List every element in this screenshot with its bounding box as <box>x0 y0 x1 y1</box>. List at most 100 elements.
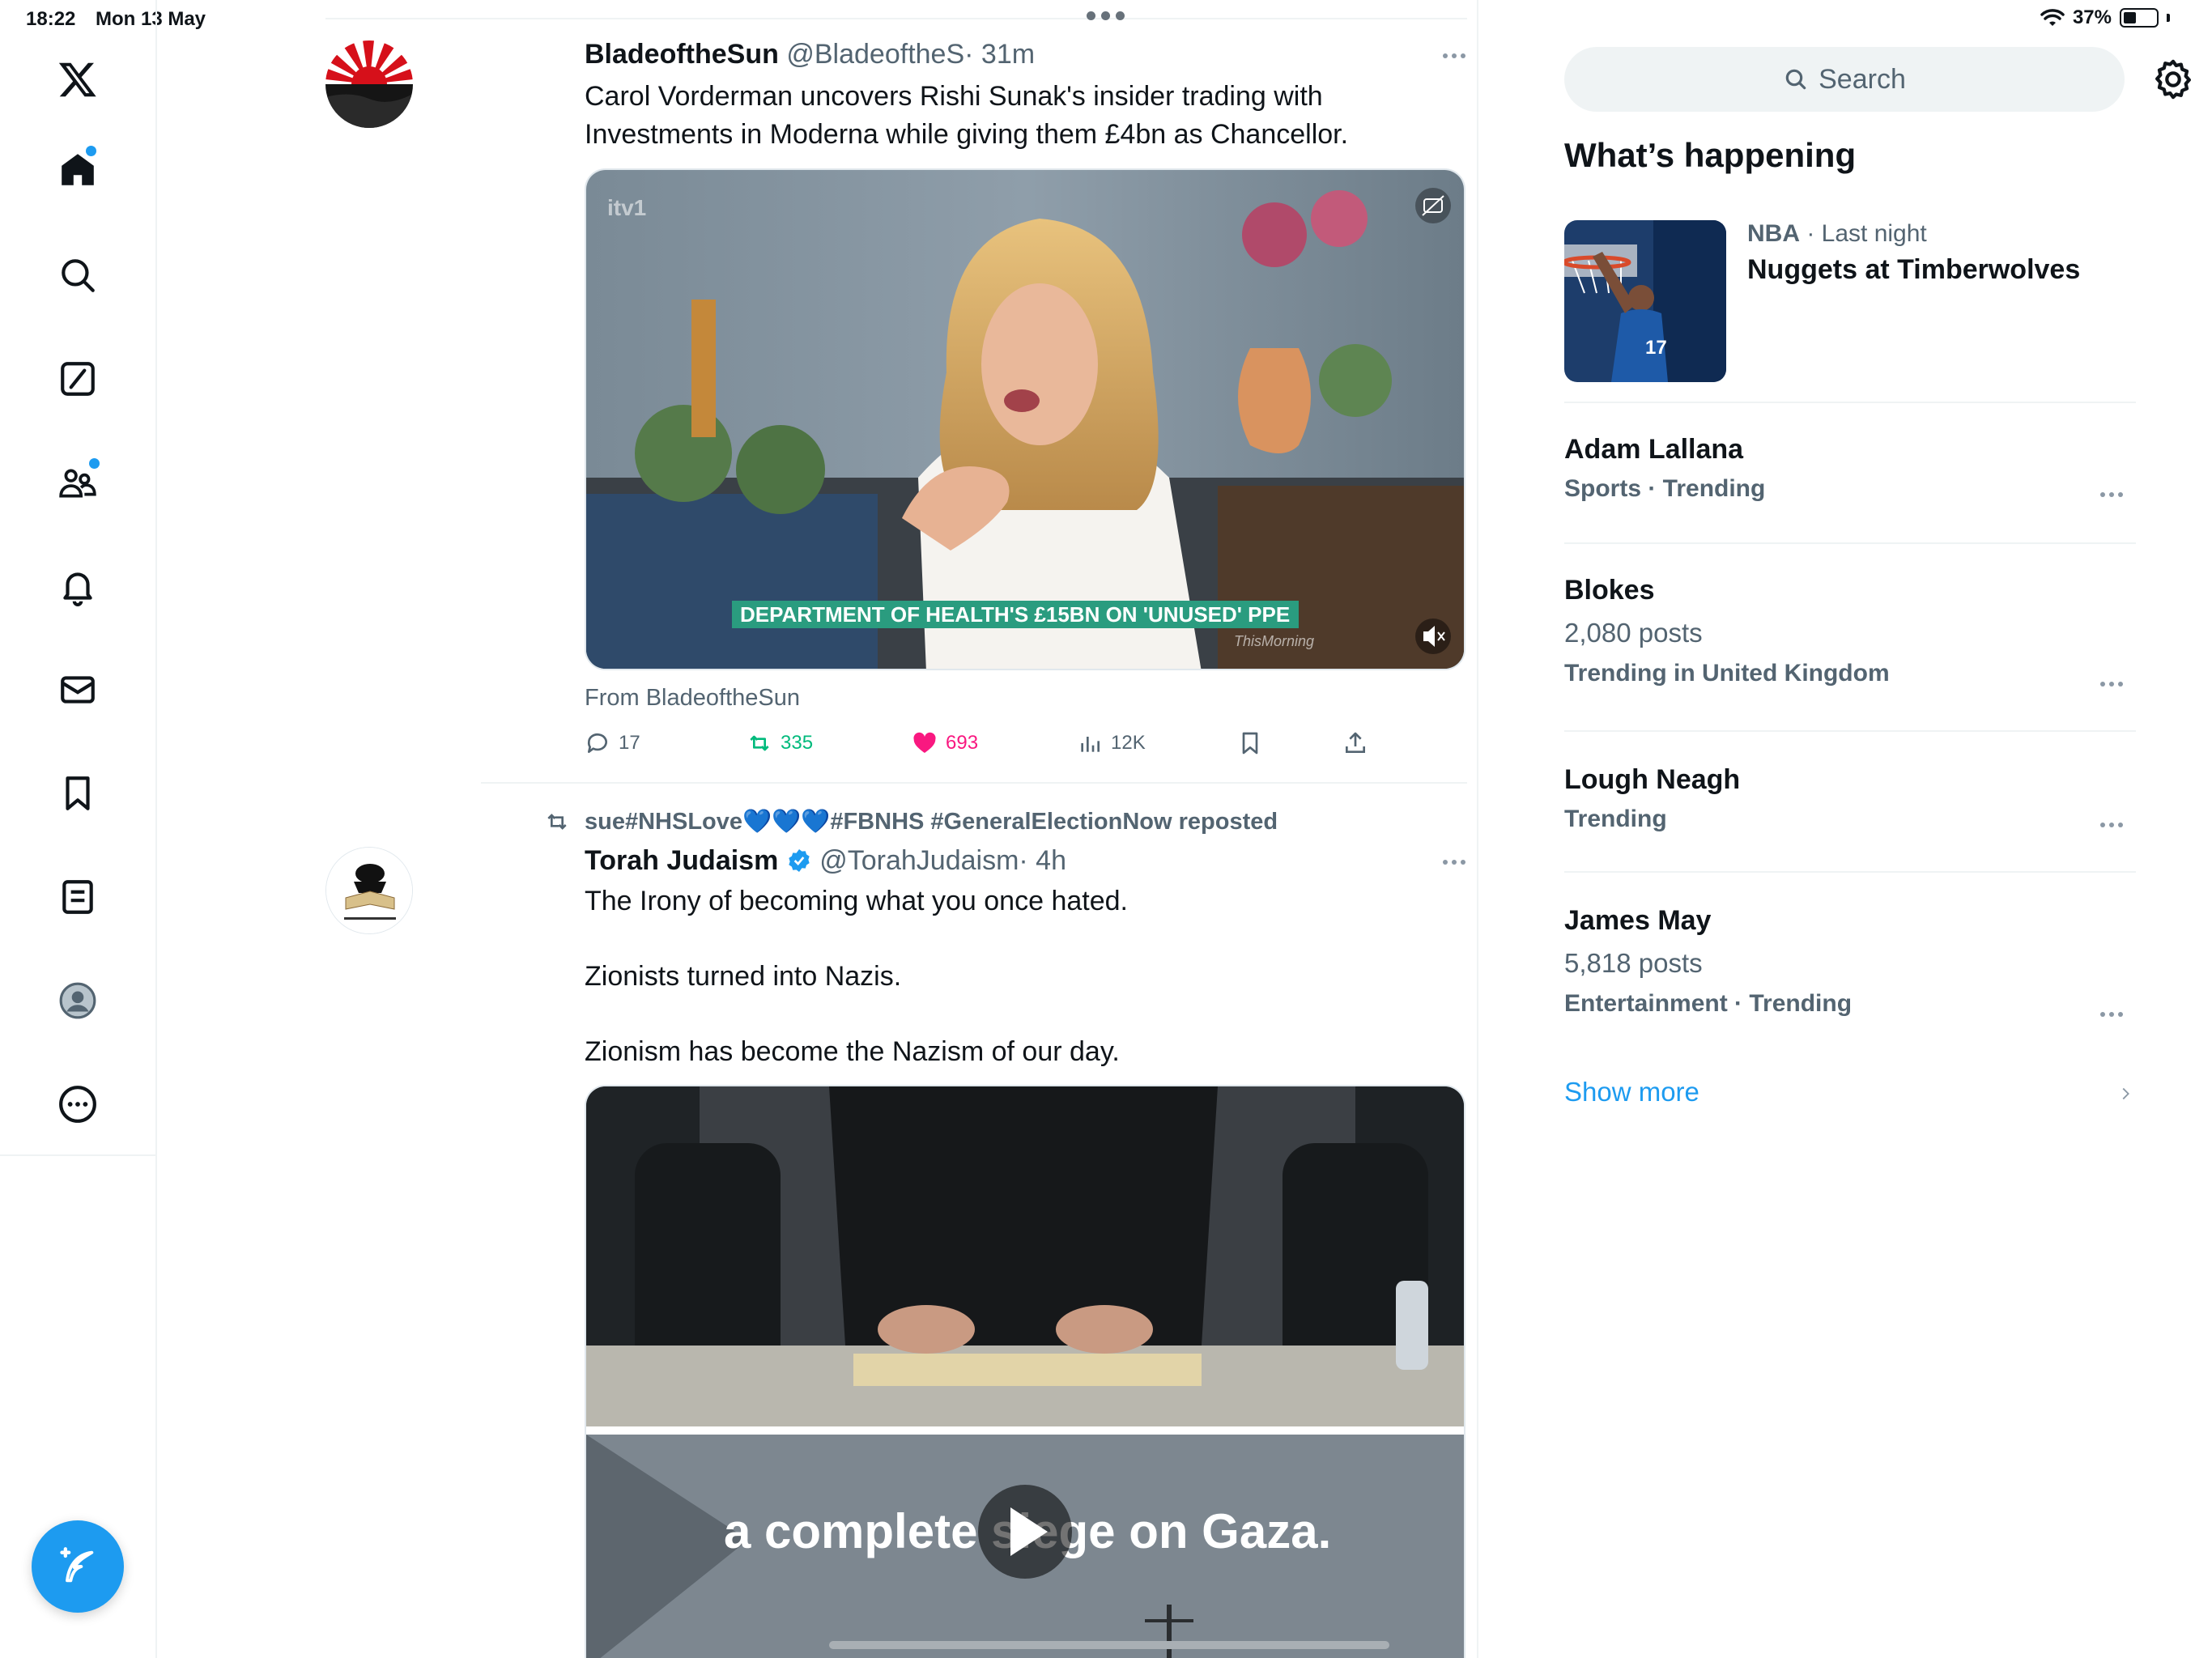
trend-meta: Entertainment · Trending <box>1564 990 1853 1017</box>
trend-meta: Sports · Trending <box>1564 475 1766 502</box>
trend-more-button[interactable] <box>2100 1012 2123 1017</box>
video-player[interactable]: DEPARTMENT OF HEALTH'S £15BN ON 'UNUSED'… <box>585 168 1465 670</box>
post-text-line: Investments in Moderna while giving them… <box>585 119 1349 150</box>
post-time[interactable]: · 31m <box>964 39 1035 70</box>
trend-divider <box>1564 871 2136 873</box>
video-frame: DEPARTMENT OF HEALTH'S £15BN ON 'UNUSED'… <box>586 170 1464 669</box>
like-button[interactable]: 693 <box>912 725 978 761</box>
video-frame: a complete siege on Gaza. <box>586 1086 1464 1658</box>
bookmark-button[interactable] <box>1237 725 1263 761</box>
video-player[interactable]: a complete siege on Gaza. <box>585 1085 1465 1658</box>
section-title: What’s happening <box>1564 136 1857 174</box>
multitask-handle[interactable] <box>1087 11 1125 20</box>
heart-filled-icon <box>913 732 936 753</box>
captions-toggle-icon[interactable] <box>1415 188 1451 223</box>
bookmark-icon <box>1242 732 1258 755</box>
like-count: 693 <box>946 732 979 754</box>
chevron-right-icon[interactable] <box>2116 1085 2134 1103</box>
trend-count: 2,080 posts <box>1564 618 1703 648</box>
featured-title: Nuggets at Timberwolves <box>1747 254 2081 285</box>
view-count: 12K <box>1111 732 1146 754</box>
handle[interactable]: @BladeoftheS <box>786 39 964 70</box>
play-icon[interactable] <box>978 1485 1072 1579</box>
repost-button[interactable]: 335 <box>747 725 813 761</box>
gear-icon[interactable] <box>2150 57 2196 102</box>
featured-category: NBA <box>1747 220 1800 247</box>
compose-feather-icon <box>60 1547 94 1583</box>
home-icon[interactable] <box>39 131 117 209</box>
reply-icon <box>587 733 607 753</box>
featured-time: · Last night <box>1806 220 1927 247</box>
post-text-line: Zionists turned into Nazis. <box>585 961 902 992</box>
post-divider <box>481 782 1467 784</box>
trend-more-button[interactable] <box>2100 682 2123 687</box>
trend-name: Lough Neagh <box>1564 764 1741 795</box>
bookmarks-icon[interactable] <box>39 755 117 832</box>
search-icon[interactable] <box>39 236 117 314</box>
post-text-line: Zionism has become the Nazism of our day… <box>585 1036 1120 1067</box>
repost-small-icon <box>547 814 567 830</box>
show-credit: ThisMorning <box>1234 633 1314 649</box>
x-logo-icon[interactable] <box>39 40 117 118</box>
sidebar-divider <box>0 1154 157 1156</box>
timeline: BladeoftheSun @BladeoftheS· 31m Carol Vo… <box>157 0 1478 1658</box>
handle[interactable]: @TorahJudaism <box>819 845 1019 876</box>
channel-watermark: itv1 <box>607 195 646 220</box>
trend-divider <box>1564 730 2136 732</box>
trend-item[interactable]: James May 5,818 posts Entertainment · Tr… <box>1564 905 2136 1035</box>
share-button[interactable] <box>1342 725 1368 761</box>
trend-name: Adam Lallana <box>1564 434 1744 465</box>
post-text-line: Carol Vorderman uncovers Rishi Sunak's i… <box>585 81 1323 112</box>
repost-icon <box>750 735 769 751</box>
profile-icon[interactable] <box>39 962 117 1039</box>
communities-badge-dot <box>89 458 100 469</box>
communities-icon[interactable] <box>39 444 117 521</box>
repost-attribution-text: sue#NHSLove💙💙💙#FBNHS #GeneralElectionNow… <box>585 809 1278 835</box>
trend-more-button[interactable] <box>2100 823 2123 827</box>
repost-attribution[interactable]: sue#NHSLove💙💙💙#FBNHS #GeneralElectionNow… <box>544 808 1278 835</box>
display-name[interactable]: BladeoftheSun <box>585 39 779 70</box>
trend-name: James May <box>1564 905 1712 936</box>
compose-button[interactable] <box>32 1520 124 1613</box>
sidebar <box>0 0 157 1658</box>
notifications-icon[interactable] <box>39 547 117 625</box>
share-icon <box>1346 732 1365 753</box>
trend-meta: Trending <box>1564 806 1667 832</box>
post-more-button[interactable] <box>1443 860 1465 865</box>
timeline-top-divider <box>325 18 1467 19</box>
post-time[interactable]: · 4h <box>1019 845 1066 876</box>
post-header: Torah Judaism @TorahJudaism· 4h <box>585 845 1066 877</box>
trend-item[interactable]: Adam Lallana Sports · Trending <box>1564 434 2136 515</box>
repost-count: 335 <box>781 732 814 754</box>
show-more-link[interactable]: Show more <box>1564 1077 1699 1107</box>
trend-item[interactable]: Blokes 2,080 posts Trending in United Ki… <box>1564 575 2136 704</box>
reply-button[interactable]: 17 <box>585 725 640 761</box>
from-attribution[interactable]: From BladeoftheSun <box>585 685 800 712</box>
post-more-button[interactable] <box>1443 53 1465 58</box>
featured-trend[interactable]: 17 NBA · Last night Nuggets at Timberwol… <box>1564 220 2136 382</box>
post-avatar[interactable] <box>325 40 413 128</box>
mute-icon[interactable] <box>1415 619 1451 654</box>
views-button[interactable]: 12K <box>1077 725 1146 761</box>
post-text: The Irony of becoming what you once hate… <box>585 882 1467 1071</box>
search-placeholder: Search <box>1819 63 1906 95</box>
home-badge-dot <box>86 146 96 156</box>
display-name[interactable]: Torah Judaism <box>585 845 778 876</box>
home-indicator <box>829 1641 1389 1649</box>
search-input[interactable]: Search <box>1564 47 2125 112</box>
views-chart-icon <box>1081 737 1100 752</box>
trend-meta: Trending in United Kingdom <box>1564 660 1890 687</box>
trend-more-button[interactable] <box>2100 492 2123 497</box>
post-avatar[interactable] <box>325 847 413 934</box>
more-icon[interactable] <box>39 1065 117 1143</box>
post-header: BladeoftheSun @BladeoftheS· 31m <box>585 39 1035 70</box>
trend-count: 5,818 posts <box>1564 948 1703 978</box>
trend-item[interactable]: Lough Neagh Trending <box>1564 764 2136 845</box>
trend-name: Blokes <box>1564 575 1655 606</box>
trend-divider <box>1564 402 2136 403</box>
messages-icon[interactable] <box>39 651 117 729</box>
lists-icon[interactable] <box>39 858 117 936</box>
post-text: Carol Vorderman uncovers Rishi Sunak's i… <box>585 78 1467 154</box>
grok-icon[interactable] <box>39 340 117 418</box>
verified-badge-icon <box>789 849 810 872</box>
